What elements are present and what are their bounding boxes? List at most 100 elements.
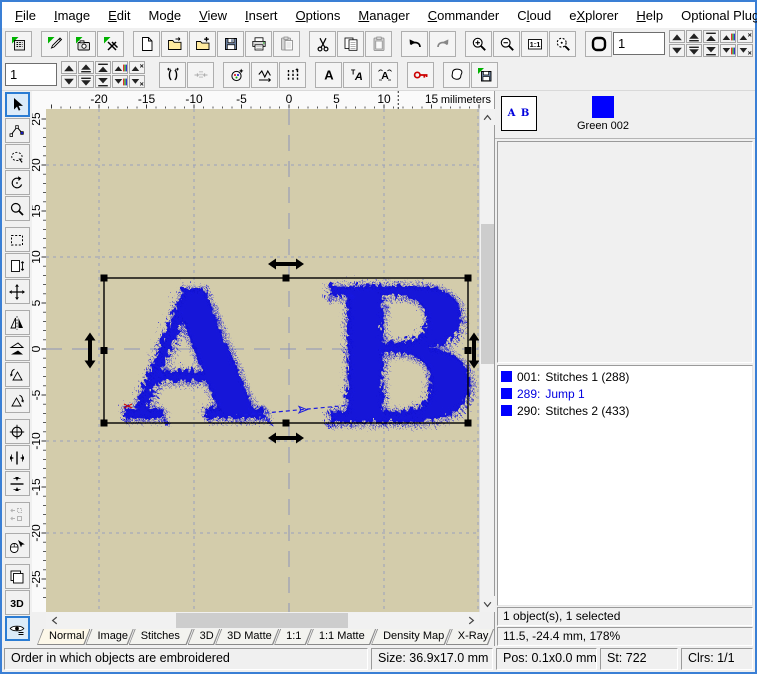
move-up-color-button[interactable] xyxy=(112,61,128,74)
menu-help[interactable]: Help xyxy=(627,4,672,27)
move-up-layer-button[interactable] xyxy=(78,61,94,74)
tab-normal[interactable]: Normal xyxy=(37,629,90,645)
scroll-right-arrow[interactable] xyxy=(463,612,479,629)
move-down-color-button[interactable] xyxy=(112,75,128,88)
resize-tool[interactable] xyxy=(4,253,30,278)
menu-mode[interactable]: Mode xyxy=(140,4,191,27)
move-up-layer-button[interactable] xyxy=(686,30,702,43)
menu-manager[interactable]: Manager xyxy=(349,4,418,27)
tab-stitches[interactable]: Stitches xyxy=(129,629,193,645)
separate-objects-button[interactable] xyxy=(159,61,186,88)
tab-1-1[interactable]: 1:1 xyxy=(274,629,312,645)
text-edit-button[interactable]: TA xyxy=(343,61,370,88)
rotate-cw-90-tool[interactable] xyxy=(4,388,30,413)
scroll-up-arrow[interactable] xyxy=(480,109,495,125)
menu-options[interactable]: Options xyxy=(287,4,350,27)
move-up-object-button[interactable] xyxy=(737,30,753,43)
freehand-select-tool[interactable] xyxy=(4,144,30,169)
object-list-item[interactable]: 001: Stitches 1 (288) xyxy=(499,368,751,385)
move-to-back-button[interactable] xyxy=(703,44,719,57)
move-to-front-button[interactable] xyxy=(95,61,111,74)
embird-digitizer-button[interactable] xyxy=(69,30,96,57)
open-file-button[interactable] xyxy=(161,30,188,57)
skew-horizontal-tool[interactable] xyxy=(4,336,30,361)
canvas-hscrollbar[interactable] xyxy=(46,612,479,629)
move-down-object-button[interactable] xyxy=(737,44,753,57)
design-thumbnail[interactable]: A B xyxy=(501,96,537,131)
center-vertical-tool[interactable] xyxy=(4,471,30,496)
save-file-button[interactable] xyxy=(217,30,244,57)
monogram-button[interactable]: A xyxy=(371,61,398,88)
freehand-shape-button[interactable] xyxy=(443,61,470,88)
undo-button[interactable] xyxy=(401,30,428,57)
center-in-hoop-tool[interactable] xyxy=(4,419,30,444)
merge-file-button[interactable] xyxy=(189,30,216,57)
menu-commander[interactable]: Commander xyxy=(419,4,509,27)
marquee-select-tool[interactable] xyxy=(4,227,30,252)
object-list-item[interactable]: 289: Jump 1 xyxy=(499,385,751,402)
palette-color[interactable]: Green 002 xyxy=(567,96,639,133)
print-button[interactable] xyxy=(245,30,272,57)
select-arrow-tool[interactable] xyxy=(4,92,30,117)
save-colors-button[interactable] xyxy=(471,61,498,88)
cut-button[interactable] xyxy=(309,30,336,57)
tab-1-1-matte[interactable]: 1:1 Matte xyxy=(307,629,376,645)
object-list-item[interactable]: 290: Stitches 2 (433) xyxy=(499,402,751,419)
stitch-density-button[interactable] xyxy=(279,61,306,88)
zoom-tool[interactable] xyxy=(4,196,30,221)
move-down-color-button[interactable] xyxy=(720,44,736,57)
move-to-back-button[interactable] xyxy=(95,75,111,88)
embird-editor-button[interactable] xyxy=(41,30,68,57)
zoom-1-1-button[interactable]: 1:1 xyxy=(521,30,548,57)
move-up-button[interactable] xyxy=(61,61,77,74)
edit-nodes-tool[interactable] xyxy=(4,118,30,143)
copy-button[interactable] xyxy=(337,30,364,57)
menu-optional-plug-ins[interactable]: Optional Plug-ins xyxy=(672,4,757,27)
redraw-tool[interactable] xyxy=(4,616,30,641)
vscroll-thumb[interactable] xyxy=(481,224,494,364)
tab-x-ray[interactable]: X-Ray xyxy=(446,629,494,645)
erase-stitches-button[interactable] xyxy=(97,30,124,57)
menu-explorer[interactable]: eXplorer xyxy=(560,4,627,27)
design-canvas[interactable]: A A A B B B xyxy=(46,109,482,612)
thread-colors-button[interactable] xyxy=(223,61,250,88)
menu-file[interactable]: File xyxy=(6,4,45,27)
move-down-layer-button[interactable] xyxy=(686,44,702,57)
move-down-button[interactable] xyxy=(669,44,685,57)
window-frame-tool[interactable] xyxy=(4,564,30,589)
move-up-object-button[interactable] xyxy=(129,61,145,74)
zoom-in-button[interactable] xyxy=(465,30,492,57)
move-up-color-button[interactable] xyxy=(720,30,736,43)
rotate-ccw-90-tool[interactable] xyxy=(4,362,30,387)
zoom-out-button[interactable] xyxy=(493,30,520,57)
mirror-horizontal-tool[interactable] xyxy=(4,310,30,335)
embird-manager-button[interactable] xyxy=(5,30,32,57)
hoop-button[interactable] xyxy=(585,30,612,57)
tab-image[interactable]: Image xyxy=(85,629,133,645)
move-down-object-button[interactable] xyxy=(129,75,145,88)
mouse-functions-tool[interactable] xyxy=(4,533,30,558)
tab-3d-matte[interactable]: 3D Matte xyxy=(215,629,279,645)
stitch-number-input[interactable] xyxy=(5,63,57,86)
hscroll-thumb[interactable] xyxy=(176,613,348,628)
center-horizontal-tool[interactable] xyxy=(4,445,30,470)
lettering-button[interactable]: A xyxy=(315,61,342,88)
view-3d-tool[interactable]: 3D xyxy=(4,590,30,615)
new-file-button[interactable] xyxy=(133,30,160,57)
menu-cloud[interactable]: Cloud xyxy=(508,4,560,27)
color-swatch[interactable] xyxy=(592,96,614,118)
move-down-layer-button[interactable] xyxy=(78,75,94,88)
tab-3d[interactable]: 3D xyxy=(188,629,220,645)
menu-image[interactable]: Image xyxy=(45,4,99,27)
menu-edit[interactable]: Edit xyxy=(99,4,139,27)
stitch-order-input[interactable] xyxy=(613,32,665,55)
move-tool[interactable] xyxy=(4,279,30,304)
move-down-button[interactable] xyxy=(61,75,77,88)
scroll-down-arrow[interactable] xyxy=(480,596,495,612)
menu-view[interactable]: View xyxy=(190,4,236,27)
scroll-left-arrow[interactable] xyxy=(46,612,62,629)
move-to-front-button[interactable] xyxy=(703,30,719,43)
stitch-length-button[interactable] xyxy=(251,61,278,88)
zoom-selection-button[interactable] xyxy=(549,30,576,57)
password-key-button[interactable] xyxy=(407,61,434,88)
